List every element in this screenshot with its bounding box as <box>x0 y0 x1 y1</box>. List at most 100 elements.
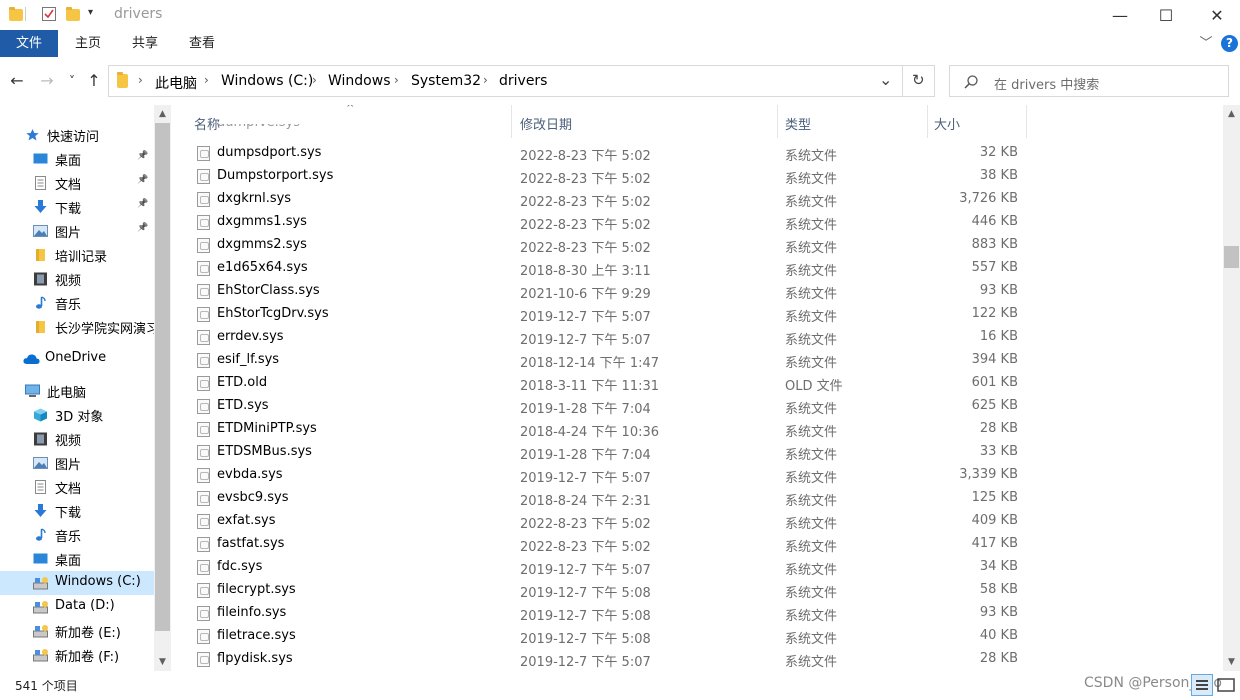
quick-access-dropdown-icon[interactable]: ▾ <box>88 7 102 21</box>
file-list-scrollbar[interactable]: ▲ ▼ <box>1223 105 1240 671</box>
file-row[interactable]: flpydisk.sys 2019-12-7 下午 5:07 系统文件 28 KB <box>171 648 1223 671</box>
minimize-button[interactable]: — <box>1097 0 1143 30</box>
tab-home[interactable]: 主页 <box>64 30 112 57</box>
file-row[interactable]: ETD.sys 2019-1-28 下午 7:04 系统文件 625 KB <box>171 395 1223 418</box>
file-row[interactable]: evsbc9.sys 2018-8-24 下午 2:31 系统文件 125 KB <box>171 487 1223 510</box>
file-type: 系统文件 <box>785 402 838 417</box>
search-box[interactable]: 在 drivers 中搜索 <box>949 65 1229 97</box>
sidebar-item-0[interactable]: 快速访问 <box>0 123 154 147</box>
file-row[interactable]: fdc.sys 2019-12-7 下午 5:07 系统文件 34 KB <box>171 556 1223 579</box>
back-button[interactable]: ← <box>7 71 27 91</box>
tab-share[interactable]: 共享 <box>121 30 169 57</box>
sidebar-item-12[interactable]: 视频 <box>0 427 154 451</box>
file-row[interactable]: filetrace.sys 2019-12-7 下午 5:08 系统文件 40 KB <box>171 625 1223 648</box>
file-row[interactable]: ETD.old 2018-3-11 下午 11:31 OLD 文件 601 KB <box>171 372 1223 395</box>
sidebar-item-6[interactable]: 视频 <box>0 267 154 291</box>
file-row[interactable]: dxgmms2.sys 2022-8-23 下午 5:02 系统文件 883 KB <box>171 234 1223 257</box>
pin-icon[interactable]: 📌 <box>137 199 148 209</box>
breadcrumb-drivers[interactable]: drivers <box>499 73 547 89</box>
pin-icon[interactable]: 📌 <box>137 175 148 185</box>
sidebar-item-15[interactable]: 下载 <box>0 499 154 523</box>
recent-locations-button[interactable]: ˅ <box>62 71 82 91</box>
pin-icon[interactable]: 📌 <box>137 223 148 233</box>
forward-button[interactable]: → <box>37 71 57 91</box>
column-header-size[interactable]: 大小 <box>934 114 960 133</box>
expand-ribbon-icon[interactable]: ﹀ <box>1196 30 1216 57</box>
scroll-up-icon[interactable]: ▲ <box>1223 109 1240 119</box>
sidebar-item-14[interactable]: 文档 <box>0 475 154 499</box>
sidebar-item-5[interactable]: 培训记录 <box>0 243 154 267</box>
file-date: 2022-8-23 下午 5:02 <box>520 149 651 164</box>
properties-icon[interactable] <box>42 7 56 21</box>
sidebar-item-21[interactable]: 新加卷 (F:) <box>0 643 154 667</box>
sidebar-item-18[interactable]: Windows (C:) <box>0 571 154 595</box>
file-name: ETD.sys <box>217 398 269 413</box>
breadcrumb-separator-icon: › <box>204 73 209 87</box>
file-row[interactable]: ETDSMBus.sys 2019-1-28 下午 7:04 系统文件 33 KB <box>171 441 1223 464</box>
details-view-button[interactable] <box>1191 674 1213 696</box>
sidebar-item-8[interactable]: 长沙学院实网演习 <box>0 315 154 339</box>
breadcrumb-this-pc[interactable]: 此电脑 <box>155 73 197 93</box>
large-icons-view-button[interactable] <box>1215 674 1237 696</box>
breadcrumb-drive-c[interactable]: Windows (C:) <box>221 73 313 89</box>
breadcrumb-windows[interactable]: Windows <box>328 73 391 89</box>
sidebar-item-17[interactable]: 桌面 <box>0 547 154 571</box>
file-row[interactable]: exfat.sys 2022-8-23 下午 5:02 系统文件 409 KB <box>171 510 1223 533</box>
system-file-icon <box>197 514 210 529</box>
sidebar-item-11[interactable]: 3D 对象 <box>0 403 154 427</box>
sidebar-item-10[interactable]: 此电脑 <box>0 379 154 403</box>
refresh-icon[interactable]: ↻ <box>912 71 925 89</box>
sidebar-scrollbar[interactable]: ▲ ▼ <box>154 105 171 671</box>
address-bar[interactable]: › 此电脑 › Windows (C:) › Windows › System3… <box>108 65 935 97</box>
scrollbar-thumb[interactable] <box>155 123 170 631</box>
file-date: 2018-12-14 下午 1:47 <box>520 356 660 371</box>
file-size: 3,726 KB <box>959 191 1018 206</box>
sidebar-item-9[interactable]: OneDrive <box>0 347 154 371</box>
file-row[interactable]: EhStorClass.sys 2021-10-6 下午 9:29 系统文件 93 K… <box>171 280 1223 303</box>
file-row[interactable]: EhStorTcgDrv.sys 2019-12-7 下午 5:07 系统文件 122… <box>171 303 1223 326</box>
tab-view[interactable]: 查看 <box>178 30 226 57</box>
sidebar-item-7[interactable]: 音乐 <box>0 291 154 315</box>
file-row[interactable]: filecrypt.sys 2019-12-7 下午 5:08 系统文件 58 KB <box>171 579 1223 602</box>
file-size: 125 KB <box>971 490 1018 505</box>
close-button[interactable]: ✕ <box>1194 0 1240 30</box>
sidebar-item-1[interactable]: 桌面 📌 <box>0 147 154 171</box>
scroll-down-icon[interactable]: ▼ <box>1223 657 1240 667</box>
file-row[interactable]: errdev.sys 2019-12-7 下午 5:07 系统文件 16 KB <box>171 326 1223 349</box>
file-row[interactable]: evbda.sys 2019-12-7 下午 5:07 系统文件 3,339 KB <box>171 464 1223 487</box>
maximize-button[interactable]: ☐ <box>1143 0 1189 30</box>
file-size: 93 KB <box>979 283 1018 298</box>
tab-file[interactable]: 文件 <box>0 30 58 57</box>
search-input[interactable]: 在 drivers 中搜索 <box>994 74 1099 93</box>
sidebar-item-3[interactable]: 下载 📌 <box>0 195 154 219</box>
sidebar-item-16[interactable]: 音乐 <box>0 523 154 547</box>
scroll-up-icon[interactable]: ▲ <box>154 109 171 119</box>
file-row[interactable]: dumpsdport.sys 2022-8-23 下午 5:02 系统文件 32 KB <box>171 142 1223 165</box>
pin-icon[interactable]: 📌 <box>137 151 148 161</box>
file-row[interactable]: ETDMiniPTP.sys 2018-4-24 下午 10:36 系统文件 28 K… <box>171 418 1223 441</box>
file-row[interactable]: Dumpstorport.sys 2022-8-23 下午 5:02 系统文件 38 … <box>171 165 1223 188</box>
new-folder-icon[interactable] <box>66 7 80 21</box>
file-row[interactable]: esif_lf.sys 2018-12-14 下午 1:47 系统文件 394 KB <box>171 349 1223 372</box>
sidebar-item-4[interactable]: 图片 📌 <box>0 219 154 243</box>
column-header-date[interactable]: 修改日期 <box>520 114 572 133</box>
window-title: drivers <box>114 6 163 22</box>
file-row[interactable]: fileinfo.sys 2019-12-7 下午 5:08 系统文件 93 KB <box>171 602 1223 625</box>
address-dropdown-icon[interactable]: ⌄ <box>879 70 892 89</box>
file-row[interactable]: fastfat.sys 2022-8-23 下午 5:02 系统文件 417 KB <box>171 533 1223 556</box>
sidebar-item-13[interactable]: 图片 <box>0 451 154 475</box>
help-icon[interactable]: ? <box>1221 35 1238 52</box>
file-row[interactable]: dxgmms1.sys 2022-8-23 下午 5:02 系统文件 446 KB <box>171 211 1223 234</box>
sidebar-item-20[interactable]: 新加卷 (E:) <box>0 619 154 643</box>
file-type: 系统文件 <box>785 586 838 601</box>
scrollbar-thumb[interactable] <box>1224 246 1239 268</box>
file-row[interactable]: dxgkrnl.sys 2022-8-23 下午 5:02 系统文件 3,726 KB <box>171 188 1223 211</box>
column-header-type[interactable]: 类型 <box>785 114 811 133</box>
breadcrumb-system32[interactable]: System32 <box>411 73 481 89</box>
file-row[interactable]: e1d65x64.sys 2018-8-30 上午 3:11 系统文件 557 KB <box>171 257 1223 280</box>
scroll-down-icon[interactable]: ▼ <box>154 657 171 667</box>
up-button[interactable]: ↑ <box>84 71 104 91</box>
sidebar-item-2[interactable]: 文档 📌 <box>0 171 154 195</box>
sidebar-item-19[interactable]: Data (D:) <box>0 595 154 619</box>
file-size: 122 KB <box>971 306 1018 321</box>
